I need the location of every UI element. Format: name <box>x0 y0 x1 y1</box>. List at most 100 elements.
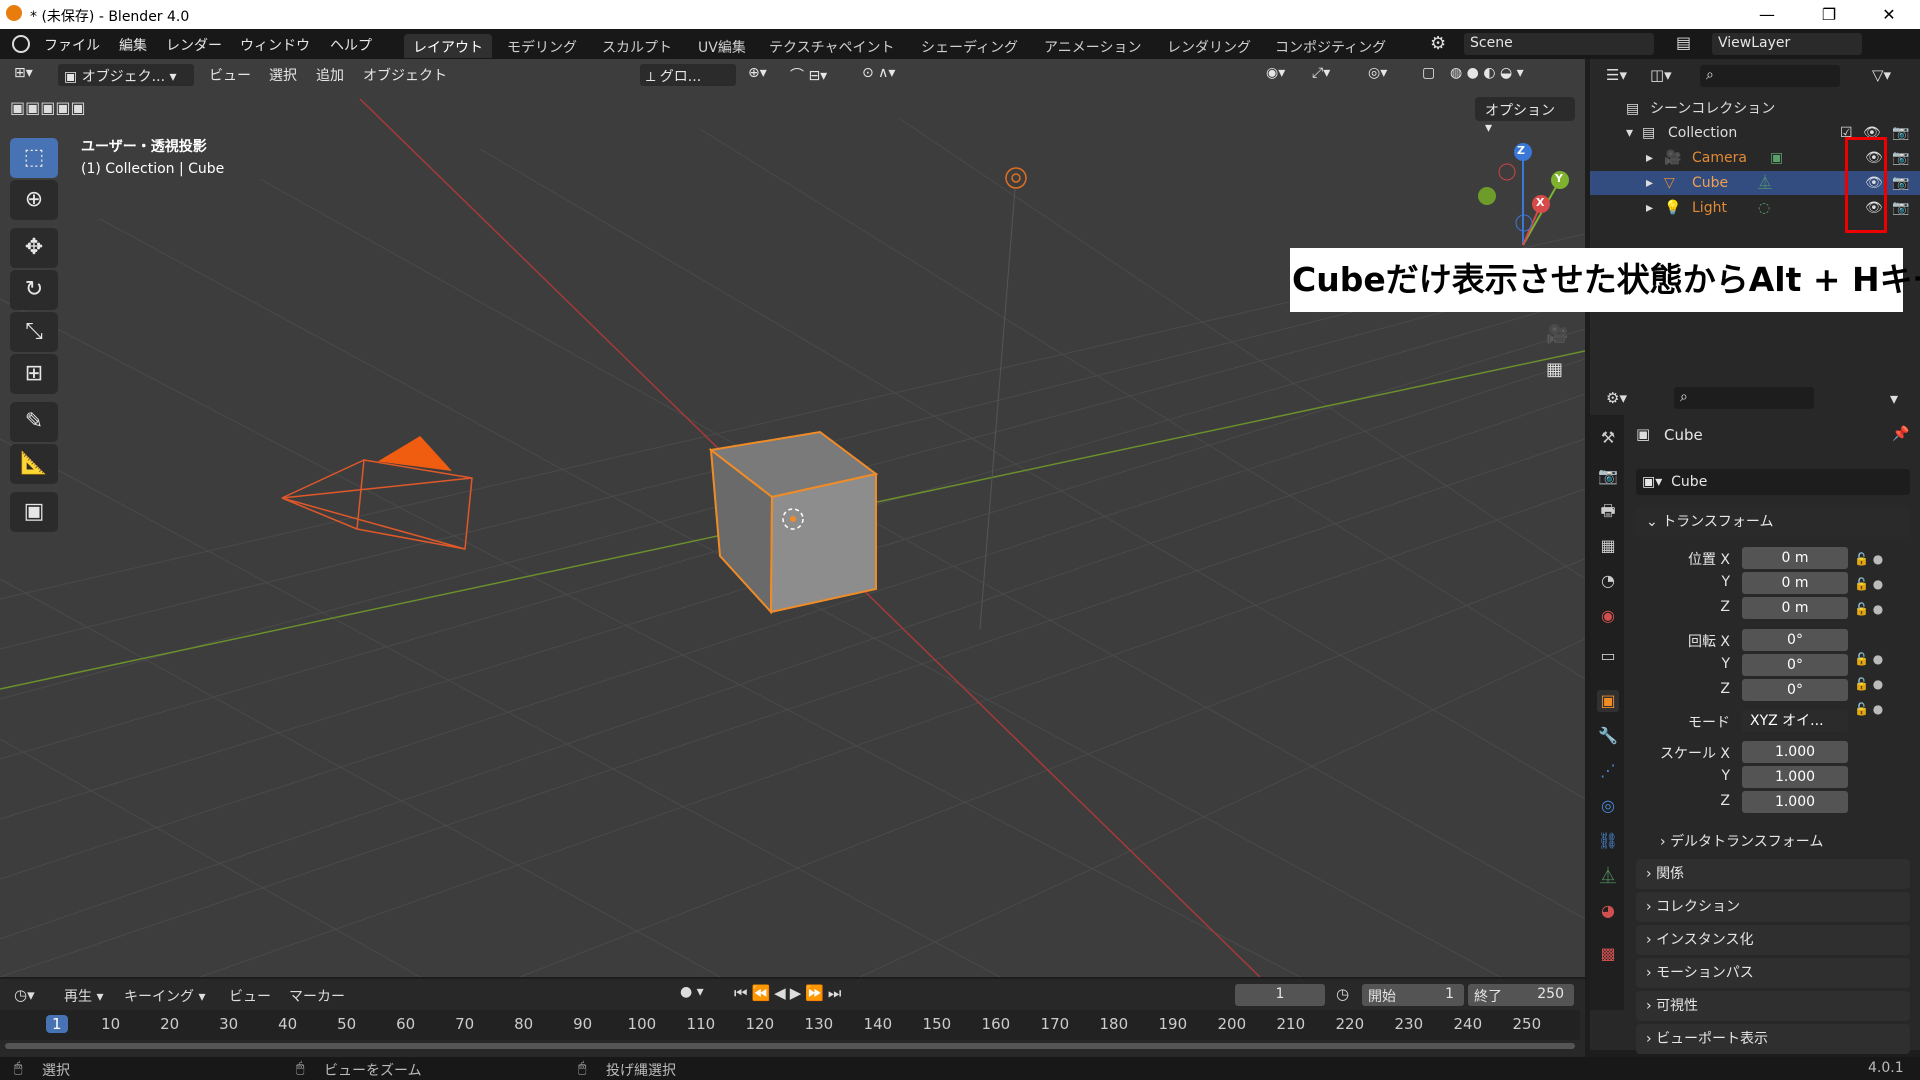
visibility-panel[interactable]: › 可視性 <box>1636 991 1910 1021</box>
frame-tick[interactable]: 10 <box>101 1015 120 1033</box>
collection-render-icon[interactable]: 📷 <box>1892 121 1909 145</box>
scene-collection-row[interactable]: ▤ シーンコレクション <box>1590 97 1920 121</box>
record-icon[interactable]: ● ▾ <box>680 984 704 1000</box>
rotate-tool[interactable]: ↻ <box>10 270 58 310</box>
gizmo-z-label[interactable]: Z <box>1517 144 1525 157</box>
light-data-icon[interactable]: ◌ <box>1758 196 1770 220</box>
gizmo-y-label[interactable]: Y <box>1555 172 1563 185</box>
3d-viewport[interactable]: Z Y X 🎥 ▦ <box>0 59 1585 977</box>
frame-tick[interactable]: 180 <box>1100 1015 1129 1033</box>
frame-tick[interactable]: 250 <box>1513 1015 1542 1033</box>
frame-tick[interactable]: 40 <box>278 1015 297 1033</box>
properties-options-icon[interactable]: ▾ <box>1890 389 1898 408</box>
playback-controls[interactable]: ⏮⏪◀▶⏩⏭ <box>734 984 845 1002</box>
viewlayer-icon[interactable]: ▤ <box>1676 33 1691 52</box>
add-cube-tool[interactable]: ▣ <box>10 492 58 532</box>
frame-tick[interactable]: 70 <box>455 1015 474 1033</box>
measure-tool[interactable]: 📐 <box>10 444 58 484</box>
move-tool[interactable]: ✥ <box>10 228 58 268</box>
end-frame-field[interactable]: 終了 250 <box>1468 984 1574 1006</box>
start-frame-field[interactable]: 開始 1 <box>1362 984 1464 1006</box>
outliner-editor-icon[interactable]: ☰▾ <box>1606 66 1627 84</box>
keying-menu[interactable]: キーイング ▾ <box>124 986 205 1006</box>
properties-search[interactable]: ⌕ <box>1674 387 1814 409</box>
scale-tool[interactable]: ⤡ <box>10 312 58 352</box>
display-mode-icon[interactable]: ◫▾ <box>1650 66 1672 84</box>
collection-tab-icon[interactable]: ▭ <box>1597 645 1619 667</box>
scale-x-field[interactable]: 1.000 <box>1742 741 1848 763</box>
tab-modeling[interactable]: モデリング <box>498 34 586 58</box>
visibility-icon[interactable]: ◉▾ <box>1266 65 1285 81</box>
pin-icon[interactable]: 📌 <box>1892 426 1909 442</box>
mesh-data-icon[interactable]: ⏅ <box>1758 171 1772 195</box>
frame-tick[interactable]: 110 <box>687 1015 716 1033</box>
instancing-panel[interactable]: › インスタンス化 <box>1636 925 1910 955</box>
location-z-field[interactable]: 0 m <box>1742 597 1848 619</box>
editor-type-icon[interactable]: ⊞▾ <box>14 65 33 81</box>
constraints-tab-icon[interactable]: ⛓ <box>1597 830 1619 852</box>
timeline-editor-icon[interactable]: ◷▾ <box>14 986 35 1004</box>
select-box-tool[interactable]: ⬚ <box>10 138 58 178</box>
scene-tab-icon[interactable]: ◔ <box>1597 570 1619 592</box>
collapse-arrow-icon[interactable]: ▾ <box>1626 121 1633 145</box>
collections-panel[interactable]: › コレクション <box>1636 892 1910 922</box>
object-tab-icon[interactable]: ▣ <box>1597 690 1619 712</box>
menu-window[interactable]: ウィンドウ <box>240 35 310 55</box>
filter-icon[interactable]: ▽▾ <box>1872 66 1891 84</box>
frame-tick[interactable]: 120 <box>746 1015 775 1033</box>
scene-icon[interactable]: ⚙ <box>1430 33 1446 54</box>
timeline-ruler[interactable]: 1 10 20 30 40 50 60 70 80 90 100 110 120 130 140 150 160… <box>0 1010 1580 1040</box>
frame-tick[interactable]: 170 <box>1041 1015 1070 1033</box>
rotation-z-field[interactable]: 0° <box>1742 679 1848 701</box>
tab-texture-paint[interactable]: テクスチャペイント <box>760 34 903 58</box>
tab-sculpt[interactable]: スカルプト <box>593 34 681 58</box>
frame-tick[interactable]: 190 <box>1159 1015 1188 1033</box>
frame-tick[interactable]: 240 <box>1454 1015 1483 1033</box>
frame-tick[interactable]: 30 <box>219 1015 238 1033</box>
marker-menu[interactable]: マーカー <box>289 986 345 1006</box>
timeline-scrollbar[interactable] <box>5 1043 1575 1049</box>
tab-layout[interactable]: レイアウト <box>404 34 492 58</box>
add-menu[interactable]: 追加 <box>316 65 344 85</box>
frame-tick[interactable]: 220 <box>1336 1015 1365 1033</box>
cursor-tool[interactable]: ⊕ <box>10 180 58 220</box>
mode-dropdown[interactable]: ▣ オブジェク... ▾ <box>58 64 194 86</box>
maximize-button[interactable]: ❐ <box>1806 2 1852 28</box>
blender-menu-icon[interactable] <box>12 35 30 53</box>
cube-render-icon[interactable]: 📷 <box>1892 171 1909 195</box>
playback-menu[interactable]: 再生 ▾ <box>64 986 103 1006</box>
viewlayer-field[interactable]: ViewLayer <box>1712 33 1862 55</box>
frame-tick[interactable]: 90 <box>573 1015 592 1033</box>
lock-icons[interactable]: 🔓 ● 🔓 ● 🔓 ● 🔓 ● 🔓 ● 🔓 ● <box>1854 547 1904 722</box>
location-x-field[interactable]: 0 m <box>1742 547 1848 569</box>
annotate-tool[interactable]: ✎ <box>10 402 58 442</box>
options-dropdown[interactable]: オプション ▾ <box>1475 97 1575 136</box>
minimize-button[interactable]: — <box>1744 2 1790 28</box>
frame-tick[interactable]: 20 <box>160 1015 179 1033</box>
render-tab-icon[interactable]: 📷 <box>1597 465 1619 487</box>
select-menu[interactable]: 選択 <box>269 65 297 85</box>
gizmo-icon[interactable]: ⤢▾ <box>1312 65 1330 81</box>
preview-range-icon[interactable]: ◷ <box>1336 985 1349 1003</box>
menu-help[interactable]: ヘルプ <box>330 35 372 55</box>
rotation-x-field[interactable]: 0° <box>1742 629 1848 651</box>
view-layer-tab-icon[interactable]: ▦ <box>1597 535 1619 557</box>
texture-tab-icon[interactable]: ▩ <box>1597 943 1619 965</box>
rotation-mode-dropdown[interactable]: XYZ オイ... <box>1742 710 1848 732</box>
frame-tick[interactable]: 160 <box>982 1015 1011 1033</box>
light-render-icon[interactable]: 📷 <box>1892 196 1909 220</box>
tab-rendering[interactable]: レンダリング <box>1158 34 1260 58</box>
particles-tab-icon[interactable]: ⋰ <box>1597 760 1619 782</box>
output-tab-icon[interactable]: 🖶 <box>1597 500 1619 522</box>
snap-icon[interactable]: ⌒ ⊟▾ <box>790 65 827 85</box>
expand-arrow-icon[interactable]: ▸ <box>1646 196 1653 220</box>
frame-tick[interactable]: 200 <box>1218 1015 1247 1033</box>
proportional-edit-icon[interactable]: ⊙ ∧▾ <box>862 65 895 81</box>
current-frame-field[interactable]: 1 <box>1235 984 1325 1006</box>
menu-render[interactable]: レンダー <box>166 35 222 55</box>
timeline-view-menu[interactable]: ビュー <box>229 986 271 1006</box>
frame-tick[interactable]: 80 <box>514 1015 533 1033</box>
frame-tick[interactable]: 130 <box>805 1015 834 1033</box>
frame-tick[interactable]: 50 <box>337 1015 356 1033</box>
transform-panel-header[interactable]: ⌄ トランスフォーム <box>1636 507 1910 537</box>
